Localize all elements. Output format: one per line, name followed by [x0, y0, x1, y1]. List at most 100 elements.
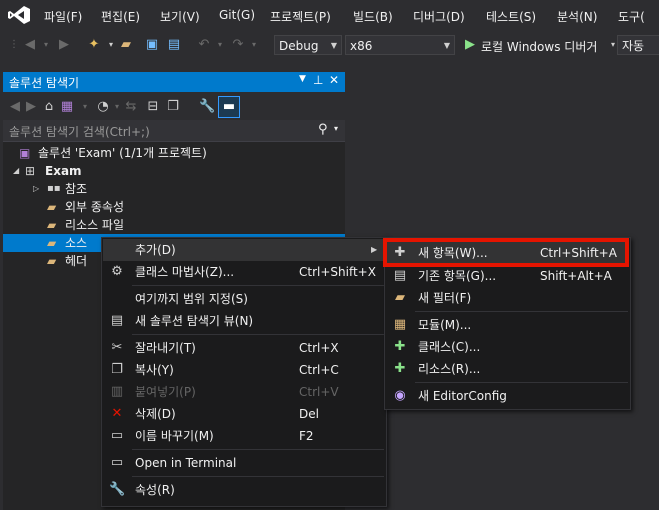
show-all-files-icon[interactable]: ❐ [165, 99, 181, 115]
class-wizard-icon: ⚙ [111, 264, 123, 279]
chevron-down-icon: ▼ [330, 41, 337, 50]
auto-dropdown[interactable]: 자동 [617, 35, 659, 55]
configuration-dropdown[interactable]: Debug ▼ [274, 35, 342, 55]
menu-view[interactable]: 보기(V) [160, 8, 200, 25]
menu-item-label: Open in Terminal [135, 456, 237, 470]
menu-item-new-explorer-view[interactable]: ▤ 새 솔루션 탐색기 뷰(N) [103, 310, 385, 332]
submenu-item-existing-item[interactable]: ▤ 기존 항목(G)... Shift+Alt+A [386, 265, 629, 287]
se-forward-icon[interactable]: ▶ [23, 99, 39, 115]
collapsed-icon[interactable]: ▷ [33, 182, 47, 196]
platform-dropdown[interactable]: x86 ▼ [345, 35, 455, 55]
submenu-item-new-filter[interactable]: ▰ 새 필터(F) [386, 287, 629, 309]
se-back-icon[interactable]: ◀ [7, 99, 23, 115]
add-resource-icon: ✚ [394, 361, 406, 376]
switch-views-icon[interactable]: ▦ [59, 99, 75, 115]
menu-build[interactable]: 빌드(B) [353, 8, 393, 25]
menu-item-paste[interactable]: ▥ 붙여넣기(P) Ctrl+V [103, 381, 385, 403]
sync-icon[interactable]: ⇆ [123, 99, 139, 115]
se-dropdown-icon[interactable]: ▾ [77, 99, 93, 115]
save-all-icon[interactable]: ▤ [166, 37, 182, 53]
back-dropdown-icon[interactable]: ▾ [38, 37, 54, 53]
tree-label: 헤더 [65, 254, 88, 268]
redo-icon[interactable]: ↷ [230, 37, 246, 53]
search-icon[interactable]: ⚲ [318, 122, 328, 137]
menu-project[interactable]: 프로젝트(P) [270, 8, 331, 25]
menu-item-properties[interactable]: 🔧 속성(R) [103, 479, 385, 501]
menu-item-class-wizard[interactable]: ⚙ 클래스 마법사(Z)... Ctrl+Shift+X [103, 261, 385, 283]
menu-item-delete[interactable]: ✕ 삭제(D) Del [103, 403, 385, 425]
submenu-item-resource[interactable]: ✚ 리소스(R)... [386, 358, 629, 380]
menu-item-scope-to-this[interactable]: 여기까지 범위 지정(S) [103, 288, 385, 310]
search-placeholder: 솔루션 탐색기 검색(Ctrl+;) [9, 125, 150, 139]
open-folder-icon[interactable]: ▰ [118, 37, 134, 53]
menu-item-shortcut: Ctrl+V [299, 385, 339, 399]
auto-value: 자동 [622, 39, 645, 53]
save-icon[interactable]: ▣ [144, 37, 160, 53]
collapse-all-icon[interactable]: ⊟ [145, 99, 161, 115]
menu-item-add[interactable]: 추가(D) ▶ [103, 239, 385, 261]
submenu-item-module[interactable]: ▦ 모듈(M)... [386, 314, 629, 336]
menu-tools[interactable]: 도구( [618, 8, 645, 25]
submenu-item-class[interactable]: ✚ 클래스(C)... [386, 336, 629, 358]
tree-item-resource-files[interactable]: ▰ 리소스 파일 [3, 216, 345, 234]
menu-item-rename[interactable]: ▭ 이름 바꾸기(M) F2 [103, 425, 385, 447]
menu-item-shortcut: Ctrl+Shift+X [299, 265, 376, 279]
menu-item-cut[interactable]: ✂ 잘라내기(T) Ctrl+X [103, 337, 385, 359]
search-options-icon[interactable]: ▾ [334, 124, 338, 133]
references-icon: ▪▪ [47, 183, 61, 194]
menu-item-label: 복사(Y) [135, 363, 174, 377]
toolbar-grip-icon: ⋮ [9, 39, 19, 50]
menu-item-label: 이름 바꾸기(M) [135, 429, 214, 443]
tree-item-project[interactable]: ◢ ⊞ Exam [3, 162, 345, 180]
home-icon[interactable]: ⌂ [41, 99, 57, 115]
menu-test[interactable]: 테스트(S) [486, 8, 536, 25]
submenu-arrow-icon: ▶ [371, 245, 378, 254]
window-position-icon[interactable]: ▼ [299, 74, 306, 84]
tree-item-solution[interactable]: ▣ 솔루션 'Exam' (1/1개 프로젝트) [3, 144, 345, 162]
menu-item-copy[interactable]: ❐ 복사(Y) Ctrl+C [103, 359, 385, 381]
menu-analyze[interactable]: 분석(N) [557, 8, 597, 25]
submenu-item-editorconfig[interactable]: ◉ 새 EditorConfig [386, 385, 629, 407]
solution-explorer-toolbar: ◀ ▶ ⌂ ▦ ▾ ◔ ▾ ⇆ ⊟ ❐ 🔧 ▬ [3, 92, 345, 120]
menu-item-label: 잘라내기(T) [135, 341, 196, 355]
menu-git[interactable]: Git(G) [219, 8, 255, 22]
menu-item-label: 새 필터(F) [418, 291, 472, 305]
menu-separator [132, 285, 384, 286]
run-debugger-label[interactable]: 로컬 Windows 디버거 [481, 38, 597, 55]
menu-item-label: 여기까지 범위 지정(S) [135, 292, 248, 306]
back-icon[interactable]: ◀ [22, 37, 38, 53]
properties-wrench-icon[interactable]: 🔧 [199, 99, 215, 115]
preview-selected-icon[interactable]: ▬ [218, 96, 240, 118]
menu-debug[interactable]: 디버그(D) [413, 8, 465, 25]
menu-item-open-in-terminal[interactable]: ▭ Open in Terminal [103, 452, 385, 474]
new-dropdown-icon[interactable]: ▾ [103, 37, 119, 53]
add-class-icon: ✚ [394, 339, 406, 354]
redo-dropdown-icon[interactable]: ▾ [246, 37, 262, 53]
forward-icon[interactable]: ▶ [56, 37, 72, 53]
undo-dropdown-icon[interactable]: ▾ [212, 37, 228, 53]
submenu-item-new-item[interactable]: ✚ 새 항목(W)... Ctrl+Shift+A [386, 242, 629, 264]
menu-item-label: 속성(R) [135, 483, 175, 497]
context-menu: 추가(D) ▶ ⚙ 클래스 마법사(Z)... Ctrl+Shift+X 여기까… [101, 237, 387, 507]
tree-item-external-dependencies[interactable]: ▰ 외부 종속성 [3, 198, 345, 216]
solution-explorer-title-bar: 솔루션 탐색기 ▼ ⊥ ✕ [3, 72, 345, 92]
lightbulb-icon: ◉ [394, 388, 406, 403]
add-submenu: ✚ 새 항목(W)... Ctrl+Shift+A ▤ 기존 항목(G)... … [384, 237, 631, 410]
menu-item-label: 기존 항목(G)... [418, 269, 497, 283]
solution-explorer-title: 솔루션 탐색기 [9, 76, 80, 90]
new-project-icon[interactable]: ✦ [86, 37, 102, 53]
play-icon[interactable]: ▶ [462, 37, 478, 53]
visual-studio-logo-icon[interactable] [8, 6, 30, 24]
menu-edit[interactable]: 편집(E) [101, 8, 140, 25]
menu-item-shortcut: Ctrl+C [299, 363, 339, 377]
menu-item-shortcut: F2 [299, 429, 314, 443]
solution-explorer-search[interactable]: 솔루션 탐색기 검색(Ctrl+;) ⚲ ▾ [3, 120, 345, 142]
pin-icon[interactable]: ⊥ [313, 73, 323, 87]
menu-file[interactable]: 파일(F) [44, 8, 82, 25]
tree-item-references[interactable]: ▷ ▪▪ 참조 [3, 180, 345, 198]
close-icon[interactable]: ✕ [329, 73, 339, 87]
menu-item-label: 붙여넣기(P) [135, 385, 196, 399]
chevron-down-icon: ▼ [443, 41, 450, 50]
new-folder-icon: ▰ [395, 290, 405, 305]
undo-icon[interactable]: ↶ [196, 37, 212, 53]
